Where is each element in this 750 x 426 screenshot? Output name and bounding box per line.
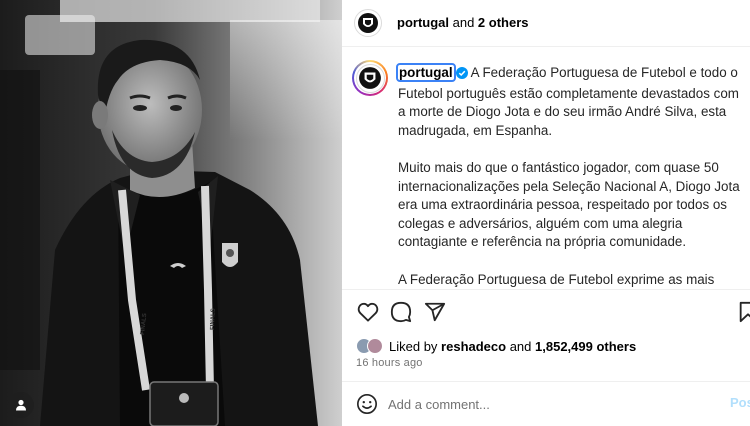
post-header: portugal and 2 others bbox=[342, 0, 750, 47]
author-avatar[interactable] bbox=[354, 9, 382, 37]
comment-input[interactable] bbox=[388, 394, 718, 414]
caption-paragraph-3: A Federação Portuguesa de Futebol exprim… bbox=[398, 271, 715, 287]
liked-by-user-link[interactable]: reshadeco bbox=[441, 339, 506, 354]
fpf-crest-icon bbox=[359, 67, 381, 89]
post-authors: portugal and 2 others bbox=[397, 15, 529, 30]
post-photo[interactable]: FINALS FINALS bbox=[0, 0, 342, 426]
likes-count-link[interactable]: 1,852,499 others bbox=[535, 339, 636, 354]
bookmark-icon bbox=[739, 301, 750, 323]
instagram-post: FINALS FINALS portugal and 2 others port… bbox=[0, 0, 750, 426]
post-side-panel: portugal and 2 others portugal A Federaçã… bbox=[342, 0, 750, 426]
caption-text: portugal A Federação Portuguesa de Futebo… bbox=[396, 63, 743, 289]
caption-username[interactable]: portugal bbox=[396, 63, 456, 82]
caption-paragraph-2: Muito mais do que o fantástico jogador, … bbox=[398, 159, 740, 250]
post-timestamp[interactable]: 16 hours ago bbox=[356, 357, 423, 369]
author-username[interactable]: portugal bbox=[397, 15, 449, 30]
person-icon bbox=[16, 399, 26, 411]
emoji-button[interactable] bbox=[356, 393, 378, 415]
player-photo-illustration: FINALS FINALS bbox=[0, 0, 342, 426]
heart-icon bbox=[357, 302, 379, 322]
svg-text:FINALS: FINALS bbox=[210, 308, 217, 330]
divider bbox=[342, 289, 750, 290]
action-bar bbox=[342, 298, 750, 328]
emoji-icon bbox=[357, 394, 377, 414]
co-authors-link[interactable]: 2 others bbox=[478, 15, 529, 30]
verified-badge-icon bbox=[455, 66, 468, 85]
post-comment-button[interactable]: Post bbox=[730, 395, 750, 410]
likes-conjunction: and bbox=[506, 338, 536, 354]
caption-area: portugal A Federação Portuguesa de Futebo… bbox=[342, 47, 750, 289]
caption-author-avatar[interactable] bbox=[352, 60, 388, 96]
likes-text: Liked by reshadeco and 1,852,499 others bbox=[389, 339, 636, 354]
authors-conjunction: and bbox=[449, 15, 478, 30]
send-icon bbox=[424, 302, 446, 322]
comment-composer: Post bbox=[342, 382, 750, 426]
liker-avatar[interactable] bbox=[367, 338, 383, 354]
comment-icon bbox=[390, 301, 412, 323]
like-button[interactable] bbox=[354, 298, 382, 326]
fpf-crest-icon bbox=[358, 13, 378, 33]
share-button[interactable] bbox=[421, 298, 449, 326]
likes-prefix: Liked by bbox=[389, 338, 442, 354]
comment-button[interactable] bbox=[387, 298, 415, 326]
likes-summary: Liked by reshadeco and 1,852,499 others bbox=[356, 336, 636, 356]
save-button[interactable] bbox=[734, 298, 750, 326]
caption-paragraph: portugal A Federação Portuguesa de Futebo… bbox=[396, 63, 743, 140]
tagged-users-button[interactable] bbox=[8, 392, 34, 418]
